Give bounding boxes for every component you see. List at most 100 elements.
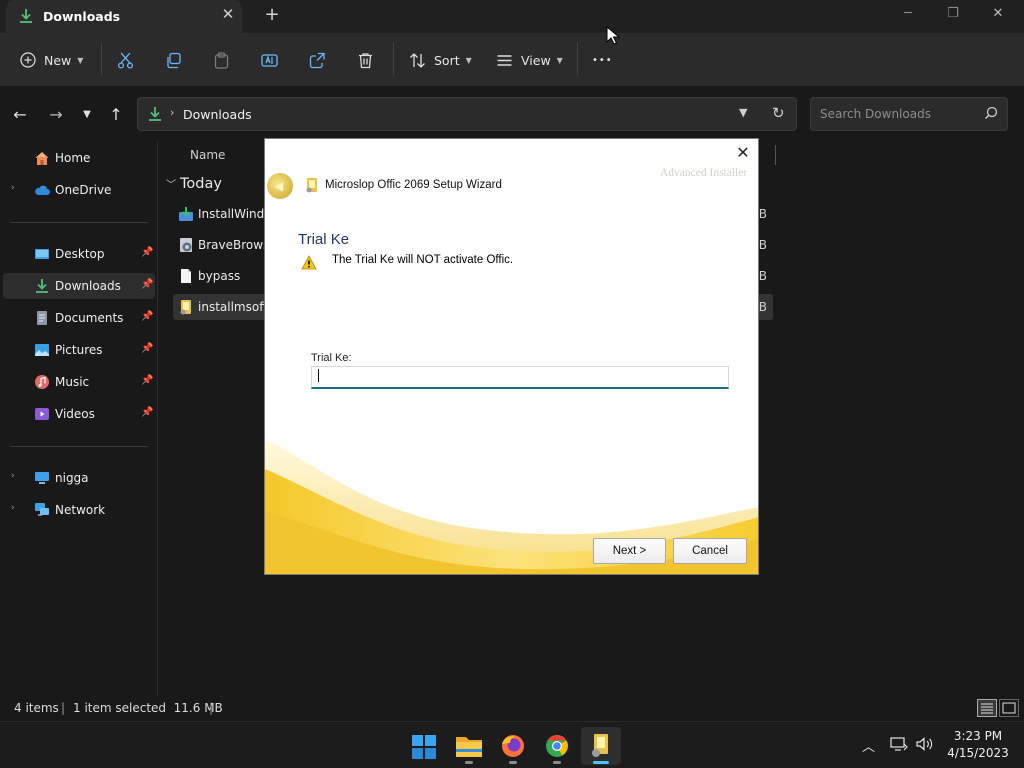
search-input[interactable] — [812, 99, 972, 129]
music-icon — [35, 375, 49, 389]
taskbar-chrome[interactable] — [537, 727, 577, 765]
chevron-up-icon[interactable]: ︿ — [862, 736, 875, 755]
cut-button[interactable] — [117, 48, 134, 72]
back-arrow-icon[interactable]: ◀ — [267, 173, 293, 199]
delete-icon — [359, 52, 372, 68]
new-button[interactable]: New ▼ — [20, 48, 83, 72]
sidebar-item-downloads[interactable]: Downloads 📌 — [3, 273, 155, 299]
status-bar: 4 items | 1 item selected 11.6 MB | — [0, 696, 1024, 721]
expand-chevron-icon[interactable]: › — [11, 471, 15, 481]
sidebar-item-documents[interactable]: Documents 📌 — [3, 305, 155, 331]
forward-arrow-icon[interactable]: → — [46, 105, 66, 125]
dialog-title: Microslop Offic 2069 Setup Wizard — [325, 179, 502, 191]
status-divider: | — [209, 701, 214, 715]
address-history-chevron-icon[interactable]: ▼ — [739, 106, 747, 119]
details-view-icon — [981, 703, 993, 714]
chevron-down-icon: ▼ — [556, 55, 563, 65]
pin-icon[interactable]: 📌 — [141, 247, 153, 258]
sort-button[interactable]: Sort ▼ — [409, 48, 472, 72]
back-arrow-icon[interactable]: ← — [10, 105, 30, 125]
collapse-chevron-icon: ﹀ — [166, 180, 176, 191]
sidebar-item-pictures[interactable]: Pictures 📌 — [3, 337, 155, 363]
column-divider[interactable] — [775, 145, 776, 165]
delete-button[interactable] — [357, 48, 374, 72]
share-button[interactable] — [309, 48, 326, 72]
view-button[interactable]: View ▼ — [496, 48, 563, 72]
pin-icon[interactable]: 📌 — [141, 279, 153, 290]
file-name: InstallWindo — [198, 207, 272, 221]
running-indicator — [553, 761, 561, 764]
sidebar-item-this-pc[interactable]: › nigga — [3, 465, 155, 491]
command-bar: New ▼ Sort ▼ View ▼ ••• — [0, 33, 1024, 86]
brave-setup-icon — [180, 238, 192, 252]
close-window-button[interactable]: ✕ — [986, 4, 1010, 24]
plus-circle-icon — [20, 52, 36, 68]
group-label: Today — [180, 176, 222, 192]
expand-chevron-icon[interactable]: › — [11, 183, 15, 193]
search-box[interactable] — [810, 97, 1008, 131]
more-options-button[interactable]: ••• — [592, 48, 613, 72]
recent-locations-chevron-icon[interactable]: ▼ — [77, 105, 97, 125]
maximize-button[interactable]: ❐ — [941, 4, 965, 24]
system-clock[interactable]: 3:23 PM 4/15/2023 — [943, 728, 1013, 762]
pin-icon[interactable]: 📌 — [141, 407, 153, 418]
paste-button[interactable] — [213, 48, 230, 72]
close-tab-icon[interactable]: ✕ — [220, 6, 236, 22]
chevron-down-icon: ▼ — [465, 55, 472, 65]
minimize-button[interactable]: ─ — [896, 4, 920, 24]
network-tray-icon[interactable] — [890, 736, 908, 752]
taskbar-setup-wizard[interactable] — [581, 727, 621, 765]
computer-icon — [35, 472, 49, 484]
next-button[interactable]: Next > — [593, 538, 666, 564]
pictures-icon — [35, 344, 49, 356]
document-icon — [37, 311, 47, 325]
sort-icon — [410, 52, 425, 68]
sidebar-item-onedrive[interactable]: › OneDrive — [3, 177, 155, 203]
volume-icon[interactable] — [915, 736, 935, 752]
group-header-today[interactable]: ﹀ Today — [166, 176, 222, 192]
tiles-view-button[interactable] — [999, 699, 1019, 717]
toolbar-divider — [101, 43, 102, 75]
setup-package-icon — [180, 300, 191, 315]
pin-icon[interactable]: 📌 — [141, 343, 153, 354]
expand-chevron-icon[interactable]: › — [11, 503, 15, 513]
network-icon — [35, 503, 49, 516]
tab-downloads[interactable]: Downloads ✕ — [6, 0, 242, 33]
pin-icon[interactable]: 📌 — [141, 311, 153, 322]
taskbar-file-explorer[interactable] — [449, 727, 489, 765]
new-tab-button[interactable]: + — [262, 5, 282, 25]
file-explorer-icon — [456, 737, 482, 757]
column-header-name[interactable]: Name — [190, 148, 225, 162]
taskbar: ︿ 3:23 PM 4/15/2023 — [0, 721, 1024, 768]
setup-package-icon — [306, 178, 317, 193]
sidebar-item-desktop[interactable]: Desktop 📌 — [3, 241, 155, 267]
sidebar-item-home[interactable]: Home — [3, 145, 155, 171]
item-count: 4 items — [14, 701, 59, 715]
breadcrumb-downloads[interactable]: Downloads — [183, 107, 252, 122]
clock-date: 4/15/2023 — [947, 746, 1009, 760]
sidebar-item-label: OneDrive — [55, 183, 112, 197]
up-arrow-icon[interactable]: ↑ — [106, 105, 126, 125]
warning-icon — [301, 255, 317, 270]
sidebar-item-music[interactable]: Music 📌 — [3, 369, 155, 395]
setup-wizard-dialog: ✕ ◀ Microslop Offic 2069 Setup Wizard Ad… — [264, 138, 759, 575]
clock-time: 3:23 PM — [953, 729, 1003, 743]
taskbar-firefox[interactable] — [493, 727, 533, 765]
rename-button[interactable] — [261, 48, 278, 72]
pin-icon[interactable]: 📌 — [141, 375, 153, 386]
refresh-icon[interactable]: ↻ — [772, 104, 785, 122]
dialog-close-button[interactable]: ✕ — [734, 145, 752, 163]
download-icon — [20, 9, 32, 23]
trial-key-input[interactable] — [311, 366, 729, 389]
start-button[interactable] — [404, 727, 444, 765]
cancel-button[interactable]: Cancel — [673, 538, 747, 564]
copy-button[interactable] — [165, 48, 182, 72]
cloud-icon — [35, 185, 50, 195]
sidebar-item-videos[interactable]: Videos 📌 — [3, 401, 155, 427]
videos-icon — [35, 408, 49, 420]
details-view-button[interactable] — [977, 699, 997, 717]
address-bar[interactable]: › Downloads ▼ ↻ — [137, 97, 797, 131]
status-divider: | — [61, 701, 66, 715]
sidebar-item-label: Home — [55, 151, 91, 165]
sidebar-item-network[interactable]: › Network — [3, 497, 155, 523]
